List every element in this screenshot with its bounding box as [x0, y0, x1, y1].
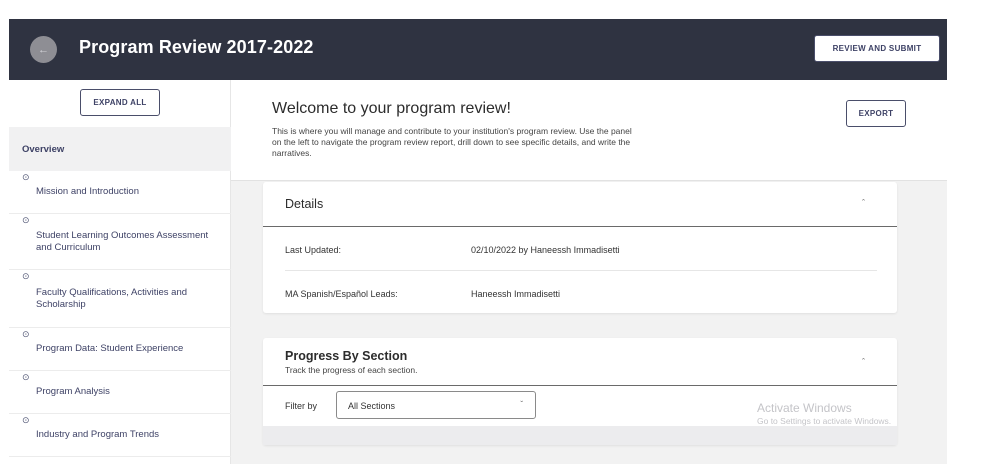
detail-value: Haneessh Immadisetti [471, 289, 561, 299]
progress-title: Progress By Section [285, 349, 408, 363]
section-filter-select[interactable]: All Sections ˇ [336, 391, 536, 419]
watermark-title: Activate Windows [757, 401, 852, 415]
watermark-subtitle: Go to Settings to activate Windows. [757, 416, 892, 426]
progress-subtitle: Track the progress of each section. [285, 365, 418, 375]
expand-circle-icon: ⊙ [22, 215, 30, 225]
filter-label: Filter by [285, 401, 318, 411]
expand-circle-icon: ⊙ [22, 415, 30, 425]
expand-circle-icon: ⊙ [22, 372, 30, 382]
page-title: Program Review 2017-2022 [79, 37, 314, 57]
export-button[interactable]: EXPORT [846, 100, 906, 127]
expand-all-button[interactable]: EXPAND ALL [80, 89, 160, 116]
welcome-title: Welcome to your program review! [272, 100, 511, 117]
details-title: Details [285, 197, 324, 211]
top-header: ← Program Review 2017-2022 REVIEW AND SU… [9, 19, 947, 80]
expand-circle-icon: ⊙ [22, 271, 30, 281]
review-and-submit-button[interactable]: REVIEW AND SUBMIT [814, 35, 940, 62]
activate-windows-watermark: Activate Windows Go to Settings to activ… [757, 401, 891, 426]
sidebar-nav-list: ⊙ Mission and Introduction ⊙ Student Lea… [9, 171, 231, 457]
sidebar-item-label: Faculty Qualifications, Activities and S… [36, 286, 188, 310]
filter-selected-value: All Sections [348, 401, 396, 411]
progress-table-header [263, 426, 897, 445]
chevron-up-icon[interactable]: ˆ [862, 198, 865, 208]
sidebar-item-faculty[interactable]: ⊙ Faculty Qualifications, Activities and… [9, 270, 231, 328]
expand-circle-icon: ⊙ [22, 172, 30, 182]
sidebar-item-program-analysis[interactable]: ⊙ Program Analysis [9, 371, 231, 414]
detail-row-leads: MA Spanish/Español Leads: Haneessh Immad… [285, 271, 877, 315]
progress-card: Progress By Section Track the progress o… [263, 338, 897, 445]
expand-circle-icon: ⊙ [22, 329, 30, 339]
welcome-panel: Welcome to your program review! This is … [231, 80, 947, 181]
arrow-left-icon: ← [38, 43, 49, 56]
sidebar-item-mission[interactable]: ⊙ Mission and Introduction [9, 171, 231, 214]
details-card: Details ˆ Last Updated: 02/10/2022 by Ha… [263, 182, 897, 313]
details-card-header[interactable]: Details ˆ [263, 182, 897, 227]
progress-card-header[interactable]: Progress By Section Track the progress o… [263, 338, 897, 386]
detail-value: 02/10/2022 by Haneessh Immadisetti [471, 245, 620, 255]
sidebar-item-overview[interactable]: Overview [9, 127, 231, 171]
detail-row-last-updated: Last Updated: 02/10/2022 by Haneessh Imm… [285, 227, 877, 271]
back-button[interactable]: ← [30, 36, 57, 63]
sidebar-item-learning-outcomes[interactable]: ⊙ Student Learning Outcomes Assessment a… [9, 214, 231, 270]
sidebar-item-label: Overview [22, 143, 65, 155]
sidebar-item-program-data[interactable]: ⊙ Program Data: Student Experience [9, 328, 231, 371]
sidebar-item-label: Program Analysis [36, 386, 110, 397]
sidebar-item-label: Program Data: Student Experience [36, 343, 184, 354]
sidebar-item-industry-trends[interactable]: ⊙ Industry and Program Trends [9, 414, 231, 457]
sidebar-item-label: Industry and Program Trends [36, 429, 160, 440]
detail-label: Last Updated: [285, 245, 342, 255]
sidebar-item-label: Mission and Introduction [36, 186, 139, 197]
sidebar-item-label: Student Learning Outcomes Assessment and… [36, 229, 209, 253]
welcome-description: This is where you will manage and contri… [272, 126, 632, 158]
sidebar: EXPAND ALL Overview ⊙ Mission and Introd… [9, 80, 231, 464]
chevron-up-icon[interactable]: ˆ [862, 357, 865, 367]
detail-label: MA Spanish/Español Leads: [285, 289, 398, 299]
chevron-down-icon: ˇ [520, 400, 523, 409]
